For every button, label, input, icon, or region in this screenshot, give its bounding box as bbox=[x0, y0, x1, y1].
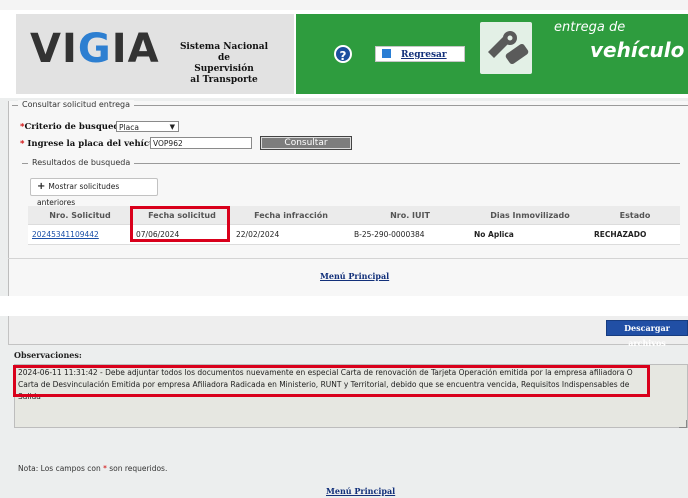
separator-band bbox=[0, 296, 688, 316]
system-name-line: Supervisión bbox=[194, 64, 254, 74]
consult-button[interactable]: Consultar bbox=[260, 136, 352, 150]
column-header: Estado bbox=[590, 206, 680, 225]
column-header: Fecha infracción bbox=[232, 206, 350, 225]
criterion-label: *Criterio de busqueda: bbox=[20, 122, 128, 132]
nro-iuit-cell: B-25-290-0000384 bbox=[350, 224, 470, 245]
estado-cell: RECHAZADO bbox=[590, 224, 680, 245]
vigia-logo: VIGIA bbox=[30, 26, 160, 72]
banner-subtitle: entrega de bbox=[554, 20, 626, 35]
observations-label: Observaciones: bbox=[14, 350, 82, 360]
search-legend: Consultar solicitud entrega bbox=[18, 100, 134, 109]
help-icon[interactable]: ? bbox=[334, 45, 352, 63]
banner-title: vehículo bbox=[590, 38, 685, 62]
column-header: Dias Inmovilizado bbox=[470, 206, 590, 225]
results-legend: Resultados de busqueda bbox=[28, 158, 135, 167]
keys-icon bbox=[480, 22, 532, 74]
note-suffix: son requeridos. bbox=[109, 464, 168, 473]
download-files-button[interactable]: Descargar archivos bbox=[606, 320, 688, 348]
note-prefix: Nota: Los campos con bbox=[18, 464, 101, 473]
table-row: 20245341109442 07/06/2024 22/02/2024 B-2… bbox=[28, 224, 680, 245]
back-button-label: Regresar bbox=[401, 50, 447, 60]
required-note: Nota: Los campos con * son requeridos. bbox=[18, 464, 167, 473]
system-name-line: al Transporte bbox=[190, 75, 258, 85]
highlight-box-observations bbox=[13, 365, 650, 397]
criterion-select[interactable]: Placa ▼ bbox=[116, 121, 179, 132]
resize-handle-icon[interactable] bbox=[679, 420, 687, 428]
back-button[interactable]: Regresar bbox=[375, 46, 465, 62]
dias-inmovilizado-cell: No Aplica bbox=[470, 224, 590, 245]
plate-label-text: Ingrese la placa del vehículo: bbox=[27, 139, 168, 149]
results-table: Nro. Solicitud Fecha solicitud Fecha inf… bbox=[28, 206, 680, 245]
show-previous-button[interactable]: + Mostrar solicitudes anteriores bbox=[30, 178, 158, 207]
system-name-line: Sistema Nacional de bbox=[179, 42, 269, 63]
highlight-box-fecha bbox=[130, 206, 230, 242]
required-mark: * bbox=[103, 464, 107, 473]
files-panel bbox=[8, 316, 688, 345]
criterion-label-text: Criterio de busqueda: bbox=[24, 122, 128, 132]
required-mark: * bbox=[20, 139, 25, 149]
system-name: Sistema Nacional de Supervisión al Trans… bbox=[174, 42, 274, 86]
main-menu-link[interactable]: Menú Principal bbox=[320, 271, 389, 281]
chevron-down-icon: ▼ bbox=[169, 123, 175, 131]
criterion-select-value: Placa bbox=[119, 123, 139, 132]
column-header: Nro. Solicitud bbox=[28, 206, 132, 225]
plate-label: * Ingrese la placa del vehículo: bbox=[20, 139, 167, 149]
fecha-infraccion-cell: 22/02/2024 bbox=[232, 224, 350, 245]
back-icon bbox=[382, 49, 391, 58]
top-strip bbox=[0, 0, 688, 10]
main-menu-link[interactable]: Menú Principal bbox=[326, 486, 395, 496]
solicitud-link[interactable]: 20245341109442 bbox=[28, 224, 132, 245]
panel-divider bbox=[8, 258, 688, 259]
plus-icon: + bbox=[37, 181, 46, 192]
column-header: Nro. IUIT bbox=[350, 206, 470, 225]
table-header-row: Nro. Solicitud Fecha solicitud Fecha inf… bbox=[28, 206, 680, 225]
plate-input[interactable]: VOP962 bbox=[150, 137, 252, 149]
